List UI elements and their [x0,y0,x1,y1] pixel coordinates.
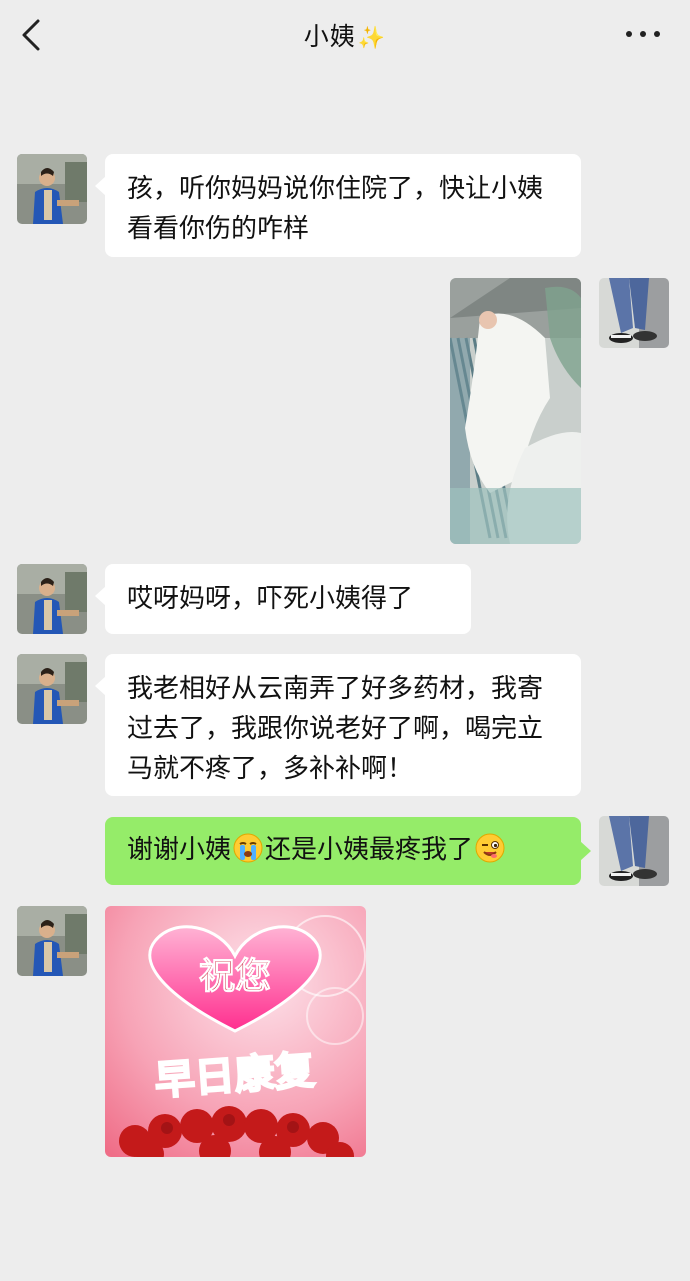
contact-avatar[interactable] [17,906,87,976]
contact-avatar[interactable] [17,564,87,634]
message-text: 还是小姨最疼我了 [265,835,474,865]
card-line-1: 祝您 [199,955,271,997]
message-text: 我老相好从云南弄了好多药材，我寄过去了，我跟你说老好了啊，喝完立马就不疼了，多补… [127,674,544,784]
chat-title: 小姨✨ [304,17,386,53]
message-text: 孩，听你妈妈说你住院了，快让小姨看看你伤的咋样 [127,174,544,244]
message-text: 哎呀妈呀，吓死小姨得了 [127,584,414,614]
contact-name: 小姨 [303,22,356,51]
hospital-leg-cast-photo[interactable] [450,278,581,544]
more-dots-icon[interactable] [626,22,660,46]
winking-face-icon [475,833,505,863]
contact-avatar[interactable] [17,154,87,224]
crying-face-icon [233,833,263,863]
my-avatar[interactable] [599,816,669,886]
message-bubble[interactable]: 我老相好从云南弄了好多药材，我寄过去了，我跟你说老好了啊，喝完立马就不疼了，多补… [95,654,581,796]
message-bubble-sent[interactable]: 谢谢小姨 还是小姨最疼我了 [105,817,591,885]
contact-avatar[interactable] [17,654,87,724]
chat-header: 小姨✨ [0,0,690,70]
message-text: 谢谢小姨 [127,835,232,865]
message-bubble[interactable]: 哎呀妈呀，吓死小姨得了 [95,564,471,634]
message-bubble[interactable]: 孩，听你妈妈说你住院了，快让小姨看看你伤的咋样 [95,154,581,257]
back-chevron-icon[interactable] [18,18,48,52]
my-avatar[interactable] [599,278,669,348]
sparkles-icon: ✨ [357,26,387,51]
get-well-card-image[interactable]: 祝您 早日康复 [105,906,366,1157]
